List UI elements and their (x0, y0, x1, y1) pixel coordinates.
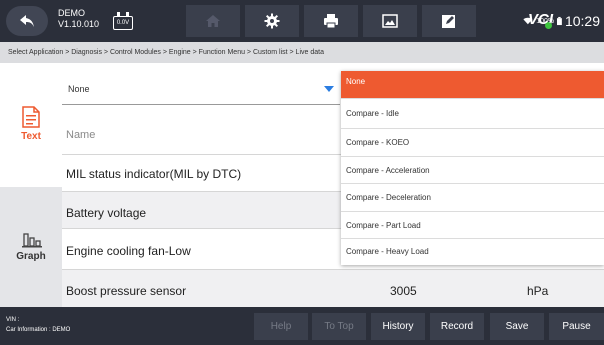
app-version: V1.10.010 (58, 19, 100, 29)
status-row: 100% 10:29 (488, 10, 604, 32)
dropdown-option[interactable]: None (341, 71, 604, 99)
vin-label: VIN : (6, 317, 20, 323)
help-button[interactable]: Help (254, 313, 308, 340)
app-version-info: DEMO V1.10.010 (58, 8, 99, 30)
vehicle-info: VIN : Car Information : DEMO (6, 315, 70, 335)
dropdown-option[interactable]: Compare - KOEO (341, 129, 604, 157)
dropdown-option[interactable]: Compare - Idle (341, 99, 604, 129)
edit-icon (442, 15, 455, 28)
compare-dropdown: None Compare - Idle Compare - KOEO Compa… (341, 71, 604, 265)
record-button[interactable]: Record (430, 313, 484, 340)
battery-percent: 100% (536, 17, 555, 25)
tab-text-label: Text (21, 131, 41, 142)
voltage-value: 0.0V (113, 16, 133, 30)
printer-icon (324, 14, 338, 29)
pause-button[interactable]: Pause (549, 313, 604, 340)
battery-voltage-indicator: 0.0V (113, 12, 133, 30)
save-button[interactable]: Save (490, 313, 544, 340)
to-top-button[interactable]: To Top (312, 313, 366, 340)
name-column-header: Name (62, 116, 340, 154)
document-icon (22, 106, 40, 128)
row-unit: hPa (527, 284, 549, 298)
bar-chart-icon (22, 233, 42, 248)
dropdown-option[interactable]: Compare - Acceleration (341, 157, 604, 184)
gear-icon (264, 13, 280, 29)
app-name: DEMO (58, 8, 85, 18)
car-information: Car Information : DEMO (6, 327, 71, 333)
home-icon (206, 15, 220, 27)
breadcrumb: Select Application > Diagnosis > Control… (0, 42, 604, 63)
battery-icon (557, 16, 562, 26)
row-name: Engine cooling fan-Low (66, 244, 191, 258)
compare-select-value: None (68, 84, 90, 94)
wifi-icon (523, 17, 533, 25)
name-header-label: Name (66, 129, 96, 141)
image-icon (382, 14, 398, 28)
history-button[interactable]: History (371, 313, 425, 340)
row-name: MIL status indicator(MIL by DTC) (66, 167, 242, 181)
tab-text[interactable]: Text (0, 63, 62, 187)
table-row[interactable]: Boost pressure sensor 3005 hPa (62, 270, 604, 307)
compare-select[interactable]: None (62, 72, 340, 105)
row-value: 3005 (390, 284, 417, 298)
home-button[interactable] (186, 5, 240, 37)
screenshot-button[interactable] (363, 5, 417, 37)
tab-graph-label: Graph (16, 251, 46, 262)
dropdown-option[interactable]: Compare - Heavy Load (341, 239, 604, 265)
row-name: Battery voltage (66, 206, 147, 220)
bottom-bar: VIN : Car Information : DEMO Help To Top… (0, 307, 604, 345)
back-button[interactable] (6, 6, 48, 36)
clock: 10:29 (564, 13, 600, 29)
back-arrow-icon (20, 15, 34, 27)
dropdown-option[interactable]: Compare - Part Load (341, 212, 604, 239)
print-button[interactable] (304, 5, 358, 37)
edit-button[interactable] (422, 5, 476, 37)
row-name: Boost pressure sensor (66, 284, 187, 298)
settings-button[interactable] (245, 5, 299, 37)
caret-down-icon (324, 86, 334, 92)
tab-graph[interactable]: Graph (0, 187, 62, 307)
dropdown-option[interactable]: Compare - Deceleration (341, 184, 604, 212)
